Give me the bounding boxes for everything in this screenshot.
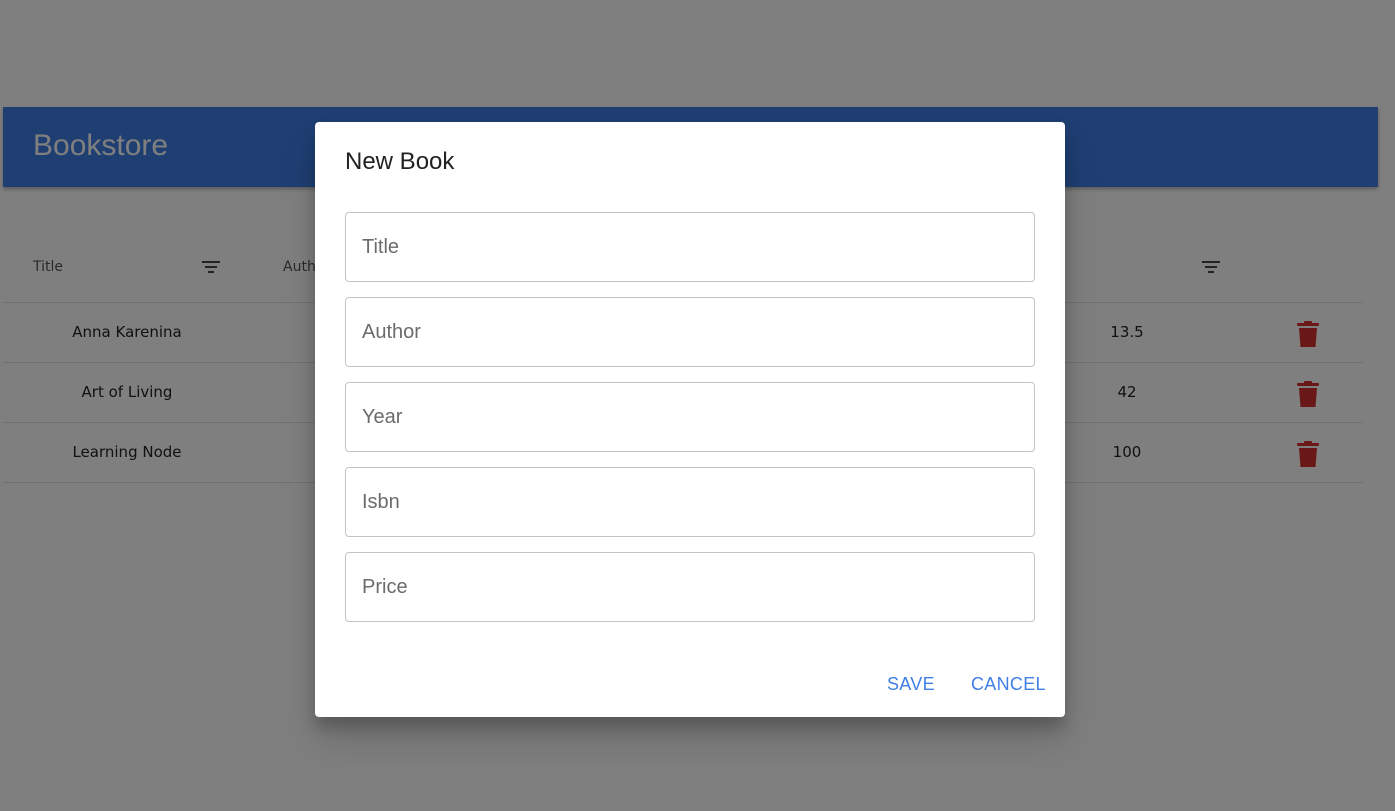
save-button[interactable]: SAVE <box>881 670 941 699</box>
cancel-button[interactable]: CANCEL <box>965 670 1052 699</box>
price-field[interactable] <box>345 552 1035 622</box>
isbn-field[interactable] <box>345 467 1035 537</box>
year-field[interactable] <box>345 382 1035 452</box>
title-field[interactable] <box>345 212 1035 282</box>
dialog-title: New Book <box>345 148 455 175</box>
new-book-dialog: New Book SAVE CANCEL <box>315 122 1065 717</box>
author-field[interactable] <box>345 297 1035 367</box>
